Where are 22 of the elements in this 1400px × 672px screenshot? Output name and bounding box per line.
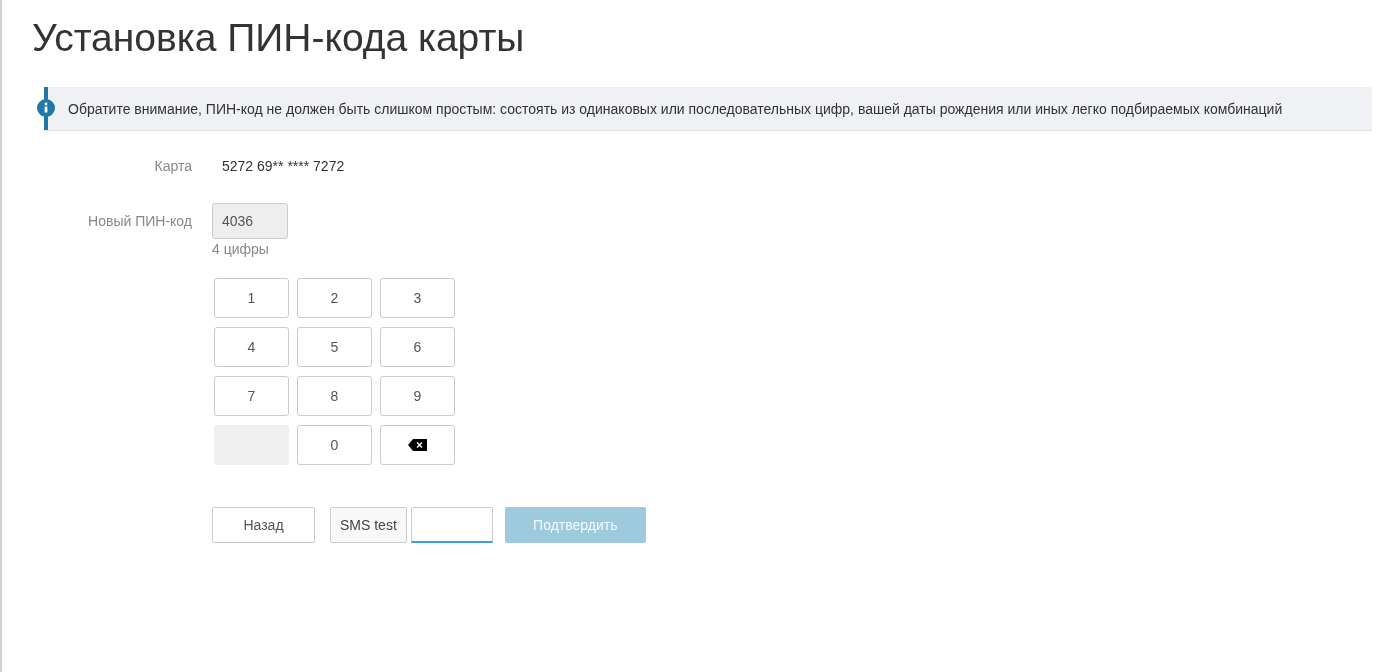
digit-key[interactable]: 5 (297, 327, 372, 367)
digit-key[interactable]: 2 (297, 278, 372, 318)
page-title: Установка ПИН-кода карты (32, 15, 526, 61)
backspace-key[interactable] (380, 425, 455, 465)
sms-label: SMS test (330, 507, 407, 543)
card-number: 5272 69** **** 7272 (222, 158, 345, 174)
digit-key[interactable]: 4 (214, 327, 289, 367)
field-label: Новый ПИН-код (87, 212, 192, 231)
pin-field[interactable]: 4036 (212, 203, 288, 239)
backspace-icon (408, 439, 427, 451)
digit-key[interactable]: 9 (380, 376, 455, 416)
digit-key[interactable]: 3 (380, 278, 455, 318)
digit-key[interactable]: 1 (214, 278, 289, 318)
digit-key[interactable]: 0 (297, 425, 372, 465)
notice-text: Обратите внимание, ПИН-код не должен быть слишком простым: состоять из одинаковых или последовательных цифр, вашей даты рождения или иных легко подбираемых комбинаций (68, 100, 1283, 117)
pin-hint: 4 цифры (212, 241, 270, 257)
sms-code-field[interactable] (410, 507, 493, 543)
field-label: Карта (153, 158, 192, 174)
digit-key[interactable]: 6 (380, 327, 455, 367)
back-button[interactable]: Назад (212, 507, 315, 543)
digit-key[interactable]: 7 (214, 376, 289, 416)
digit-key[interactable]: 8 (297, 376, 372, 416)
